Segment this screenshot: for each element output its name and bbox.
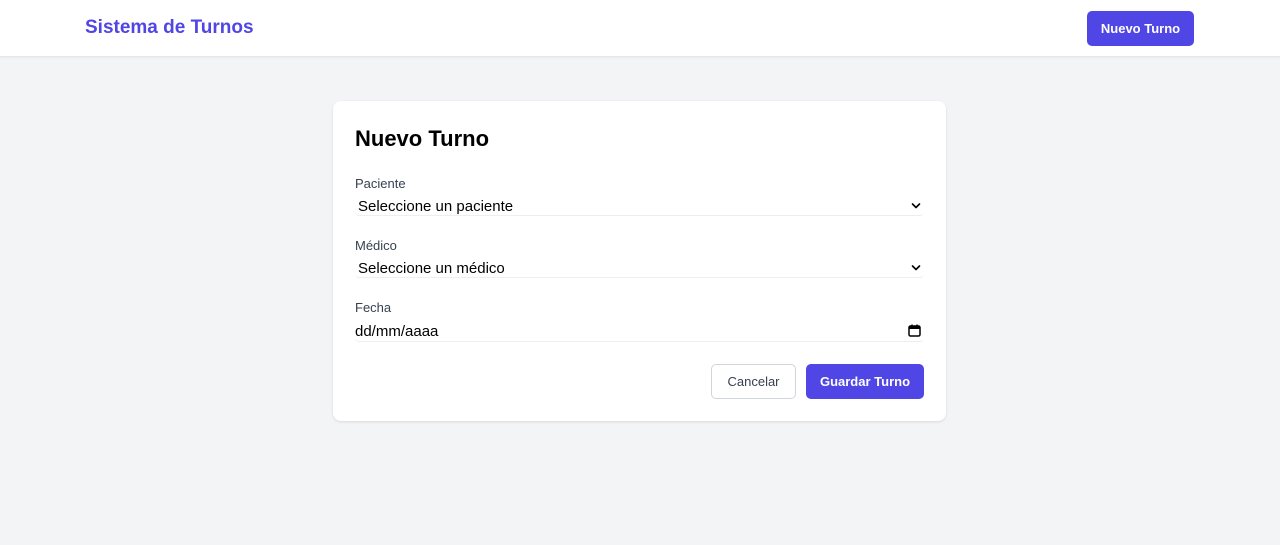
paciente-select[interactable]: Seleccione un paciente — [355, 196, 924, 216]
medico-select[interactable]: Seleccione un médico — [355, 258, 924, 278]
fecha-label: Fecha — [355, 300, 392, 315]
save-appointment-button[interactable]: Guardar Turno — [806, 364, 924, 399]
cancel-button[interactable]: Cancelar — [711, 364, 796, 399]
app-brand[interactable]: Sistema de Turnos — [85, 16, 254, 40]
form-title: Nuevo Turno — [355, 126, 490, 151]
calendar-icon[interactable] — [908, 324, 921, 337]
nuevo-turno-nav-button[interactable]: Nuevo Turno — [1087, 11, 1194, 46]
medico-label: Médico — [355, 238, 397, 253]
fecha-date-input[interactable]: dd/mm/aaaa — [355, 320, 924, 342]
top-navbar: Sistema de Turnos Nuevo Turno — [0, 0, 1280, 57]
paciente-label: Paciente — [355, 176, 406, 191]
medico-select-value: Seleccione un médico — [358, 260, 505, 277]
paciente-select-value: Seleccione un paciente — [358, 198, 514, 215]
new-appointment-form-card: Nuevo Turno Paciente Seleccione un pacie… — [333, 101, 946, 421]
chevron-down-icon — [911, 203, 921, 209]
fecha-date-value: dd/mm/aaaa — [355, 323, 439, 340]
chevron-down-icon — [911, 265, 921, 271]
